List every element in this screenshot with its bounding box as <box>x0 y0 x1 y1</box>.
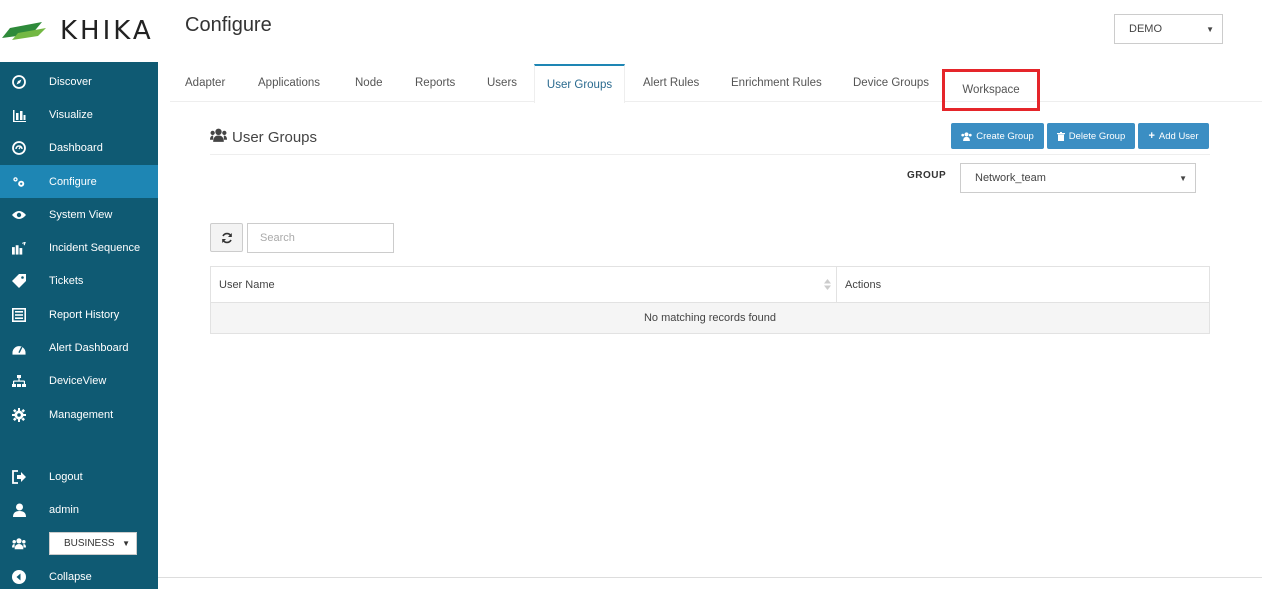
logo: KHIKA <box>0 0 158 62</box>
business-select[interactable]: BUSINESS ▼ <box>49 532 137 555</box>
create-group-label: Create Group <box>976 130 1034 142</box>
sidebar-item-label: DeviceView <box>49 375 107 388</box>
tab-workspace[interactable]: Workspace <box>942 69 1040 111</box>
user-item[interactable]: admin <box>0 493 158 526</box>
collapse-item[interactable]: Collapse <box>0 560 158 593</box>
sidebar-item-label: Incident Sequence <box>49 242 141 255</box>
sidebar-item-discover[interactable]: Discover <box>0 65 158 98</box>
tab-enrichment-rules[interactable]: Enrichment Rules <box>731 64 822 102</box>
compass-icon <box>12 74 26 89</box>
table-header: User Name Actions <box>211 267 1209 303</box>
users-group-icon <box>12 536 26 550</box>
cogs-icon <box>12 175 26 189</box>
sidebar-item-system-view[interactable]: System View <box>0 198 158 231</box>
sidebar-item-report-history[interactable]: Report History <box>0 298 158 331</box>
gear-icon <box>12 407 26 422</box>
dashboard-gauge-icon <box>12 141 26 156</box>
sidebar-item-alert-dashboard[interactable]: Alert Dashboard <box>0 331 158 364</box>
tag-icon <box>12 274 26 289</box>
sitemap-icon <box>12 374 26 388</box>
refresh-button[interactable] <box>210 223 243 252</box>
sidebar-item-management[interactable]: Management <box>0 398 158 431</box>
sidebar-item-tickets[interactable]: Tickets <box>0 265 158 298</box>
config-tabs: Adapter Applications Node Reports Users … <box>170 64 1262 111</box>
sidebar-item-dashboard[interactable]: Dashboard <box>0 132 158 165</box>
sidebar-item-label: Report History <box>49 308 120 321</box>
plus-icon: + <box>1148 130 1155 142</box>
empty-row: No matching records found <box>211 303 1209 333</box>
workspace-select[interactable]: DEMO ▼ <box>1114 14 1223 44</box>
column-header-label: Actions <box>845 278 882 291</box>
add-user-label: Add User <box>1158 130 1199 142</box>
trash-icon <box>1056 131 1065 141</box>
section-header: User Groups Create Group Delete Group + … <box>210 120 1210 155</box>
column-header-user-name[interactable]: User Name <box>211 267 837 302</box>
logout-item[interactable]: Logout <box>0 460 158 493</box>
business-select-value: BUSINESS <box>64 538 115 549</box>
sidebar-item-label: Alert Dashboard <box>49 342 129 355</box>
sidebar-item-label: Discover <box>49 75 92 88</box>
column-header-label: User Name <box>219 278 275 291</box>
logo-mark-icon <box>2 22 46 40</box>
create-group-button[interactable]: Create Group <box>951 123 1044 149</box>
workspace-select-value: DEMO <box>1129 23 1162 35</box>
sort-icon <box>824 279 831 290</box>
add-user-button[interactable]: + Add User <box>1138 123 1209 149</box>
user-icon <box>12 503 26 517</box>
sidebar-item-label: Visualize <box>49 108 93 121</box>
tab-alert-rules[interactable]: Alert Rules <box>643 64 699 102</box>
user-label: admin <box>49 503 79 516</box>
sidebar-nav: Discover Visualize Dashboard Configure S… <box>0 65 158 431</box>
sidebar: KHIKA Discover Visualize Dashboard Confi… <box>0 0 158 589</box>
sidebar-item-configure[interactable]: Configure <box>0 164 158 199</box>
tab-users[interactable]: Users <box>487 64 517 102</box>
sequence-chart-icon <box>12 241 26 255</box>
sidebar-item-visualize[interactable]: Visualize <box>0 98 158 131</box>
group-select-value: Network_team <box>975 172 1046 184</box>
sidebar-item-label: Dashboard <box>49 142 103 155</box>
group-label: GROUP <box>907 170 947 181</box>
caret-down-icon: ▼ <box>122 539 130 548</box>
tab-reports[interactable]: Reports <box>415 64 455 102</box>
collapse-label: Collapse <box>49 570 92 583</box>
tab-adapter[interactable]: Adapter <box>185 64 225 102</box>
report-list-icon <box>12 307 26 322</box>
eye-icon <box>12 208 26 222</box>
users-group-icon <box>210 128 227 146</box>
sidebar-item-label: System View <box>49 208 113 221</box>
delete-group-button[interactable]: Delete Group <box>1047 123 1135 149</box>
users-group-icon <box>961 131 972 141</box>
section-title-text: User Groups <box>232 128 318 146</box>
logout-icon <box>12 469 26 484</box>
collapse-arrow-icon <box>12 569 26 584</box>
tab-applications[interactable]: Applications <box>258 64 320 102</box>
tachometer-icon <box>12 341 26 355</box>
sidebar-item-label: Management <box>49 408 114 421</box>
tab-device-groups[interactable]: Device Groups <box>853 64 929 102</box>
refresh-icon <box>221 232 232 243</box>
sidebar-item-label: Tickets <box>49 275 84 288</box>
sidebar-item-incident-sequence[interactable]: Incident Sequence <box>0 231 158 264</box>
tab-user-groups[interactable]: User Groups <box>534 64 625 103</box>
search-input[interactable] <box>247 223 394 253</box>
column-header-actions: Actions <box>837 267 1209 302</box>
caret-down-icon: ▼ <box>1179 173 1187 183</box>
section-title: User Groups <box>210 128 317 146</box>
sidebar-item-label: Configure <box>49 175 97 188</box>
logo-text: KHIKA <box>60 16 154 46</box>
footer-divider <box>158 577 1262 578</box>
delete-group-label: Delete Group <box>1068 130 1126 142</box>
sidebar-item-deviceview[interactable]: DeviceView <box>0 365 158 398</box>
caret-down-icon: ▼ <box>1206 24 1214 34</box>
group-select[interactable]: Network_team ▼ <box>960 163 1196 193</box>
bar-chart-icon <box>12 108 26 122</box>
page-title: Configure <box>185 14 272 36</box>
tab-node[interactable]: Node <box>355 64 383 102</box>
user-table: User Name Actions No matching records fo… <box>210 266 1210 334</box>
logout-label: Logout <box>49 470 83 483</box>
sidebar-bottom: Logout admin Collapse <box>0 460 158 593</box>
